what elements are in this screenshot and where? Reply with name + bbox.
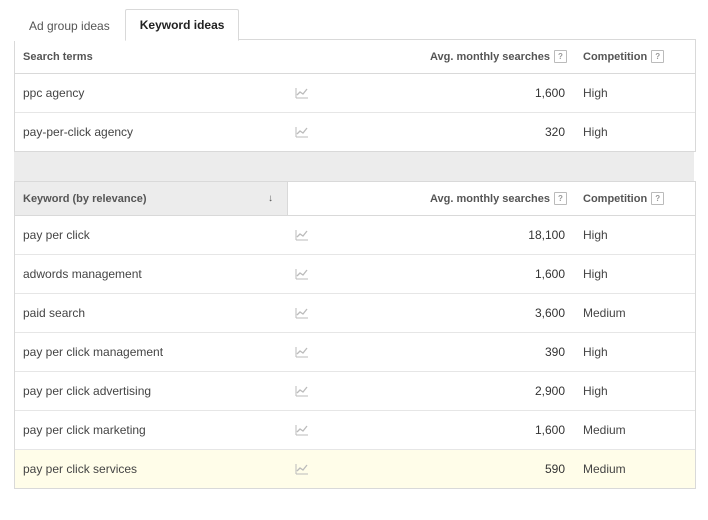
chart-cell — [287, 77, 339, 109]
competition-cell: Medium — [575, 413, 695, 447]
avg-cell: 2,900 — [339, 374, 575, 408]
col-keyword-relevance[interactable]: Keyword (by relevance) ↓ — [15, 182, 288, 215]
col-competition-label: Competition — [583, 51, 647, 63]
term-cell: paid search — [15, 296, 287, 330]
competition-cell: High — [575, 335, 695, 369]
trend-chart-icon[interactable] — [295, 87, 309, 99]
avg-cell: 1,600 — [339, 76, 575, 110]
term-cell: pay per click — [15, 218, 287, 252]
col-chart-spacer — [287, 40, 339, 73]
trend-chart-icon[interactable] — [295, 268, 309, 280]
col-chart-spacer — [288, 182, 340, 215]
trend-chart-icon[interactable] — [295, 463, 309, 475]
trend-chart-icon[interactable] — [295, 346, 309, 358]
col-competition[interactable]: Competition ? — [575, 182, 695, 215]
avg-cell: 1,600 — [339, 413, 575, 447]
col-competition-label: Competition — [583, 193, 647, 205]
chart-cell — [287, 258, 339, 290]
trend-chart-icon[interactable] — [295, 307, 309, 319]
col-avg-searches[interactable]: Avg. monthly searches ? — [339, 40, 575, 73]
avg-cell: 3,600 — [339, 296, 575, 330]
tabs: Ad group ideas Keyword ideas — [14, 8, 694, 40]
competition-cell: High — [575, 374, 695, 408]
chart-cell — [287, 453, 339, 485]
avg-cell: 320 — [339, 115, 575, 149]
term-cell: pay per click marketing — [15, 413, 287, 447]
term-cell: ppc agency — [15, 76, 287, 110]
search-terms-header-row: Search terms Avg. monthly searches ? Com… — [15, 40, 695, 74]
competition-cell: Medium — [575, 296, 695, 330]
table-row[interactable]: pay per click 18,100High — [15, 216, 695, 255]
competition-cell: High — [575, 218, 695, 252]
col-search-terms-label: Search terms — [23, 51, 93, 63]
table-row[interactable]: ppc agency 1,600High — [15, 74, 695, 113]
chart-cell — [287, 116, 339, 148]
table-row[interactable]: pay per click services 590Medium — [15, 450, 695, 488]
col-competition[interactable]: Competition ? — [575, 40, 695, 73]
col-search-terms[interactable]: Search terms — [15, 40, 287, 73]
tab-ad-group-ideas[interactable]: Ad group ideas — [14, 10, 125, 41]
section-divider — [14, 152, 694, 182]
keyword-ideas-header-row: Keyword (by relevance) ↓ Avg. monthly se… — [15, 182, 695, 216]
term-cell: pay per click advertising — [15, 374, 287, 408]
trend-chart-icon[interactable] — [295, 229, 309, 241]
tab-keyword-ideas[interactable]: Keyword ideas — [125, 9, 240, 41]
col-avg-searches[interactable]: Avg. monthly searches ? — [340, 182, 575, 215]
term-cell: adwords management — [15, 257, 287, 291]
keyword-ideas-table: Keyword (by relevance) ↓ Avg. monthly se… — [14, 181, 696, 489]
avg-cell: 590 — [339, 452, 575, 486]
sort-arrow-down-icon: ↓ — [268, 193, 273, 204]
table-row[interactable]: adwords management 1,600High — [15, 255, 695, 294]
avg-cell: 1,600 — [339, 257, 575, 291]
chart-cell — [287, 414, 339, 446]
avg-cell: 18,100 — [339, 218, 575, 252]
table-row[interactable]: pay per click management 390High — [15, 333, 695, 372]
competition-cell: High — [575, 115, 695, 149]
term-cell: pay per click services — [15, 452, 287, 486]
competition-cell: High — [575, 257, 695, 291]
help-icon[interactable]: ? — [651, 50, 664, 63]
table-row[interactable]: paid search 3,600Medium — [15, 294, 695, 333]
table-row[interactable]: pay-per-click agency 320High — [15, 113, 695, 151]
chart-cell — [287, 375, 339, 407]
col-keyword-relevance-label: Keyword (by relevance) — [23, 193, 147, 205]
col-avg-label: Avg. monthly searches — [430, 51, 550, 63]
competition-cell: Medium — [575, 452, 695, 486]
chart-cell — [287, 219, 339, 251]
search-terms-table: Search terms Avg. monthly searches ? Com… — [14, 39, 696, 152]
term-cell: pay per click management — [15, 335, 287, 369]
term-cell: pay-per-click agency — [15, 115, 287, 149]
trend-chart-icon[interactable] — [295, 126, 309, 138]
table-row[interactable]: pay per click marketing 1,600Medium — [15, 411, 695, 450]
help-icon[interactable]: ? — [554, 192, 567, 205]
table-row[interactable]: pay per click advertising 2,900High — [15, 372, 695, 411]
chart-cell — [287, 297, 339, 329]
trend-chart-icon[interactable] — [295, 385, 309, 397]
help-icon[interactable]: ? — [554, 50, 567, 63]
chart-cell — [287, 336, 339, 368]
col-avg-label: Avg. monthly searches — [430, 193, 550, 205]
competition-cell: High — [575, 76, 695, 110]
trend-chart-icon[interactable] — [295, 424, 309, 436]
help-icon[interactable]: ? — [651, 192, 664, 205]
avg-cell: 390 — [339, 335, 575, 369]
